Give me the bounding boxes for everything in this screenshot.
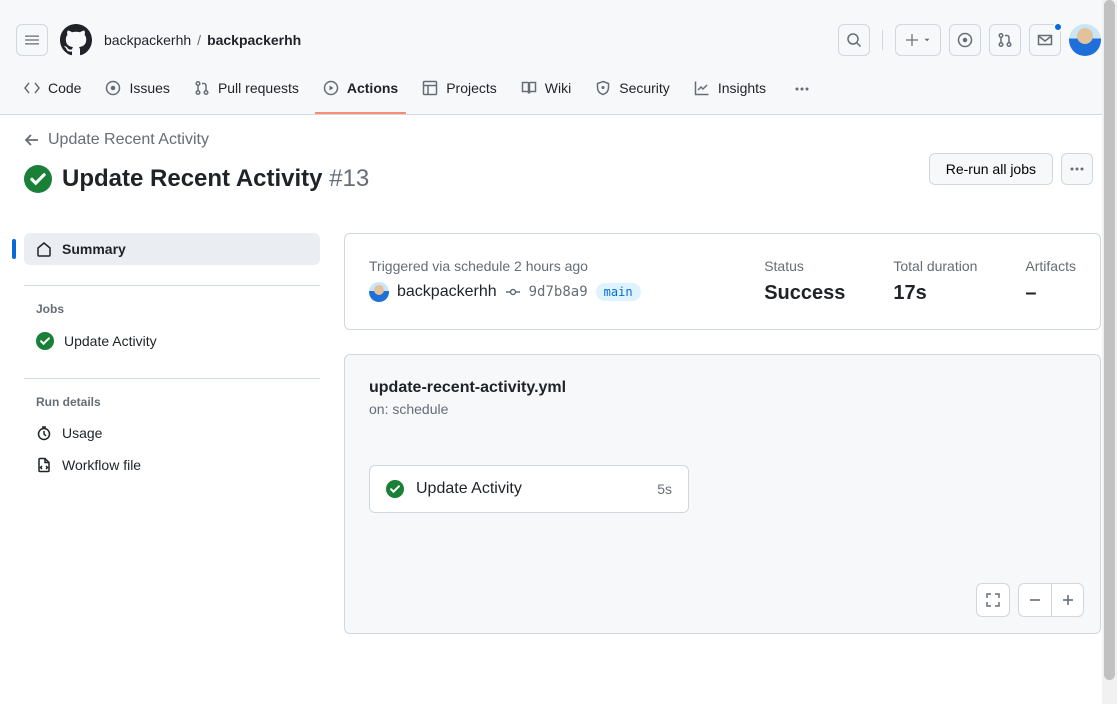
commit-icon (505, 284, 521, 300)
commit-sha-link[interactable]: 9d7b8a9 (529, 284, 588, 300)
run-title: Update Recent Activity #13 (62, 165, 369, 193)
run-options-button[interactable] (1061, 153, 1093, 185)
sidebar-jobs-header: Jobs (24, 302, 320, 324)
workflow-filename: update-recent-activity.yml (369, 379, 1076, 397)
zoom-out-button[interactable] (1019, 584, 1051, 616)
tab-actions[interactable]: Actions (315, 72, 406, 114)
search-button[interactable] (838, 24, 870, 56)
workflow-graph-card: update-recent-activity.yml on: schedule … (344, 354, 1101, 634)
github-logo-icon[interactable] (60, 24, 92, 56)
success-status-icon (36, 332, 54, 350)
duration-value: 17s (893, 282, 977, 305)
run-meta-card: Triggered via schedule 2 hours ago backp… (344, 233, 1101, 330)
breadcrumb-owner[interactable]: backpackerhh (104, 32, 191, 48)
tab-code[interactable]: Code (16, 72, 89, 114)
artifacts-value: – (1025, 282, 1076, 305)
actor-avatar-icon[interactable] (369, 282, 389, 302)
rerun-all-jobs-button[interactable]: Re-run all jobs (929, 153, 1053, 185)
hamburger-menu-button[interactable] (16, 24, 48, 56)
success-status-icon (24, 165, 52, 193)
vertical-scrollbar[interactable] (1102, 0, 1117, 704)
breadcrumb: backpackerhh / backpackerhh (104, 32, 301, 48)
job-node[interactable]: Update Activity 5s (369, 465, 689, 513)
sidebar-details-header: Run details (24, 395, 320, 417)
create-new-button[interactable] (895, 24, 941, 56)
tab-pull-requests[interactable]: Pull requests (186, 72, 307, 114)
workflow-trigger-label: on: schedule (369, 401, 1076, 417)
scrollbar-thumb[interactable] (1104, 0, 1115, 680)
branch-tag[interactable]: main (596, 283, 641, 301)
sidebar-summary[interactable]: Summary (24, 233, 320, 265)
back-to-workflow-link[interactable]: Update Recent Activity (24, 123, 209, 157)
sidebar-workflow-file[interactable]: Workflow file (24, 449, 320, 481)
breadcrumb-repo[interactable]: backpackerhh (207, 32, 301, 48)
tab-wiki[interactable]: Wiki (513, 72, 579, 114)
zoom-in-button[interactable] (1051, 584, 1083, 616)
actor-link[interactable]: backpackerhh (397, 283, 497, 301)
trigger-label: Triggered via schedule 2 hours ago (369, 258, 716, 274)
tab-insights[interactable]: Insights (686, 72, 774, 114)
fullscreen-button[interactable] (977, 584, 1009, 616)
tab-projects[interactable]: Projects (414, 72, 505, 114)
user-avatar[interactable] (1069, 24, 1101, 56)
pull-requests-button[interactable] (989, 24, 1021, 56)
tab-security[interactable]: Security (587, 72, 678, 114)
issues-button[interactable] (949, 24, 981, 56)
tab-issues[interactable]: Issues (97, 72, 177, 114)
success-status-icon (386, 480, 404, 498)
run-number: #13 (329, 165, 369, 192)
sidebar-job-item[interactable]: Update Activity (24, 324, 320, 358)
sidebar-usage[interactable]: Usage (24, 417, 320, 449)
repo-navigation: Code Issues Pull requests Actions Projec… (16, 72, 1101, 114)
notification-indicator-icon (1053, 22, 1063, 32)
more-tabs-button[interactable] (782, 73, 822, 113)
status-value: Success (764, 282, 845, 305)
